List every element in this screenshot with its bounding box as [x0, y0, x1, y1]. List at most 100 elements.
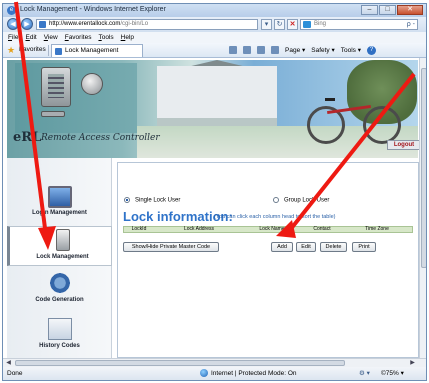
gears-icon: [48, 272, 72, 294]
menu-file[interactable]: File: [8, 32, 19, 43]
print-button[interactable]: Print: [352, 242, 376, 252]
radio-single-lock-user[interactable]: Single Lock User: [124, 197, 180, 204]
tools-menu[interactable]: Tools ▾: [341, 46, 361, 55]
sidebar-item-history-codes[interactable]: History Codes: [7, 316, 112, 356]
page-menu[interactable]: Page ▾: [285, 46, 305, 55]
refresh-button[interactable]: ↻: [274, 19, 285, 30]
search-input[interactable]: Bing ρ -: [300, 19, 418, 30]
status-bar: Done Internet | Protected Mode: On ⚙ ▾ ©…: [3, 367, 426, 380]
menu-edit[interactable]: Edit: [26, 32, 37, 43]
site-favicon-icon: [39, 21, 46, 28]
scroll-right-arrow-icon[interactable]: ▶: [408, 359, 417, 367]
feeds-icon[interactable]: [243, 46, 251, 54]
title-bar: e Lock Management - Windows Internet Exp…: [3, 4, 426, 17]
column-contact[interactable]: Contact: [300, 227, 344, 232]
page-content: eRL Remote Access Controller Login Manag…: [3, 58, 426, 358]
zoom-level[interactable]: ©75% ▾: [381, 367, 404, 380]
tab-lock-management[interactable]: Lock Management: [51, 44, 143, 57]
status-tools-button[interactable]: ⚙ ▾: [359, 367, 370, 380]
print-icon[interactable]: [271, 46, 279, 54]
sidebar-item-label: Code Generation: [35, 297, 84, 303]
add-button[interactable]: Add: [271, 242, 293, 252]
sort-hint: (You can click each column head to sort …: [214, 214, 336, 220]
lever-handle-icon: [41, 111, 65, 117]
radio-group-lock-user[interactable]: Group Lock User: [273, 197, 329, 204]
safety-menu[interactable]: Safety ▾: [311, 46, 335, 55]
column-lock-address[interactable]: Lock Address: [154, 227, 244, 232]
header-banner: eRL Remote Access Controller: [7, 60, 418, 158]
radio-label: Group Lock User: [284, 197, 330, 204]
url-host: http://www.erentallock.com: [49, 21, 121, 27]
radio-selected-icon[interactable]: [124, 197, 130, 203]
search-go-button[interactable]: ρ -: [407, 20, 415, 29]
help-icon[interactable]: ?: [367, 46, 376, 55]
keypad-lock-icon: [41, 67, 71, 107]
column-lock-name[interactable]: Lock Name: [244, 227, 300, 232]
lock-hardware-image: [15, 63, 137, 133]
favorites-bar: ★ Favorites Lock Management Page ▾ Safet…: [3, 43, 426, 58]
lock-table-header: LockId Lock Address Lock Name Contact Ti…: [123, 226, 413, 233]
menu-tools[interactable]: Tools: [98, 32, 113, 43]
bing-icon: [303, 21, 311, 28]
radio-unselected-icon[interactable]: [273, 197, 279, 203]
security-zone: Internet | Protected Mode: On: [200, 367, 297, 380]
bike-wheel-image: [363, 106, 401, 144]
sidebar-item-login-management[interactable]: Login Management: [7, 184, 112, 224]
history-icon: [48, 318, 72, 340]
ie-icon: e: [7, 6, 16, 15]
tab-title: Lock Management: [65, 47, 119, 54]
lock-icon: [56, 229, 70, 251]
radio-label: Single Lock User: [135, 197, 181, 204]
horizontal-scroll-thumb[interactable]: [15, 360, 345, 366]
forward-button[interactable]: ▶: [21, 18, 33, 30]
edit-button[interactable]: Edit: [296, 242, 316, 252]
sidebar-item-lock-management[interactable]: Lock Management: [7, 226, 112, 266]
url-input[interactable]: http://www.erentallock.com/cgi-bin/Lo: [36, 19, 258, 30]
house-image: [157, 66, 277, 126]
window-controls: – □ ✕: [361, 5, 423, 15]
command-bar: Page ▾ Safety ▾ Tools ▾ ?: [229, 46, 376, 55]
back-button[interactable]: ◀: [7, 18, 19, 30]
horizontal-scrollbar[interactable]: ◀ ▶: [3, 358, 426, 367]
show-hide-master-code-button[interactable]: Show/Hide Private Master Code: [123, 242, 219, 252]
menu-help[interactable]: Help: [121, 32, 134, 43]
scroll-left-arrow-icon[interactable]: ◀: [4, 359, 13, 367]
browser-window: e Lock Management - Windows Internet Exp…: [2, 3, 427, 381]
search-placeholder: Bing: [314, 21, 327, 27]
bike-seat-image: [325, 98, 335, 101]
window-title: Lock Management - Windows Internet Explo…: [20, 6, 166, 13]
close-button[interactable]: ✕: [397, 5, 423, 15]
favorites-star-icon[interactable]: ★: [7, 45, 15, 55]
column-time-zone[interactable]: Time Zone: [344, 227, 410, 232]
globe-icon: [200, 369, 208, 378]
mail-icon[interactable]: [257, 46, 265, 54]
sidebar-item-label: History Codes: [39, 343, 80, 349]
sidebar-item-label: Login Management: [32, 210, 87, 216]
status-text: Done: [7, 370, 23, 377]
stop-button[interactable]: ✕: [287, 19, 298, 30]
address-tools: ▾ ↻ ✕: [261, 19, 298, 30]
column-lockid[interactable]: LockId: [124, 227, 154, 232]
tab-favicon-icon: [55, 48, 62, 55]
divider: [48, 45, 49, 56]
url-path: /cgi-bin/Lo: [120, 21, 149, 27]
menu-favorites[interactable]: Favorites: [65, 32, 92, 43]
vertical-scroll-thumb[interactable]: [421, 68, 426, 268]
favorites-button[interactable]: Favorites: [19, 46, 46, 53]
main-panel: [117, 162, 419, 358]
minimize-button[interactable]: –: [361, 5, 378, 15]
maximize-button[interactable]: □: [379, 5, 396, 15]
vertical-scrollbar[interactable]: [419, 58, 426, 358]
security-zone-label: Internet | Protected Mode: On: [211, 370, 297, 377]
menu-bar: File Edit View Favorites Tools Help: [3, 32, 426, 43]
delete-button[interactable]: Delete: [320, 242, 347, 252]
logout-button[interactable]: Logout: [387, 140, 421, 150]
sidebar: Login Management Lock Management Code Ge…: [7, 158, 112, 358]
menu-view[interactable]: View: [44, 32, 58, 43]
sidebar-item-label: Lock Management: [36, 254, 89, 260]
deadbolt-knob-icon: [81, 73, 103, 95]
url-dropdown-button[interactable]: ▾: [261, 19, 272, 30]
sidebar-item-code-generation[interactable]: Code Generation: [7, 270, 112, 310]
home-icon[interactable]: [229, 46, 237, 54]
brand-logo: eRL: [13, 130, 42, 145]
